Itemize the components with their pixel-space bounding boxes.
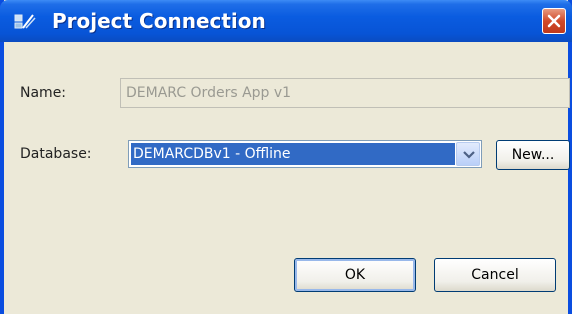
name-label: Name: (20, 85, 67, 101)
database-select[interactable]: DEMARCDBv1 - Offline (128, 140, 482, 168)
ok-button[interactable]: OK (294, 258, 416, 292)
dropdown-button[interactable] (456, 142, 480, 166)
project-connection-icon (14, 14, 36, 29)
close-button[interactable] (542, 8, 566, 34)
database-selected-value[interactable]: DEMARCDBv1 - Offline (131, 143, 455, 165)
cancel-button[interactable]: Cancel (434, 258, 556, 292)
title-bar[interactable]: Project Connection (0, 0, 572, 42)
project-connection-dialog: Project Connection Name: DEMARC Orders A… (0, 0, 572, 314)
window-title: Project Connection (52, 9, 266, 33)
name-field: DEMARC Orders App v1 (120, 78, 570, 108)
chevron-down-icon (463, 151, 475, 159)
database-label: Database: (20, 146, 92, 162)
new-database-button[interactable]: New... (496, 140, 570, 170)
close-icon (547, 14, 561, 28)
